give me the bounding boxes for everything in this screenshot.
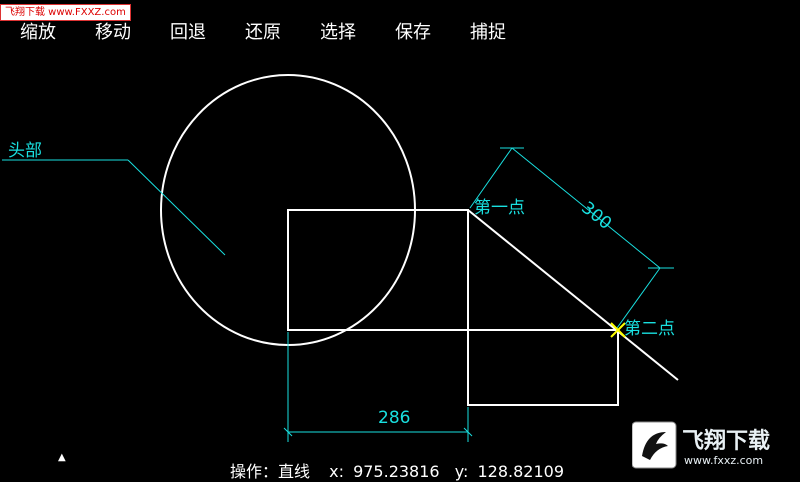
operation-text: 操作：直线 [230, 462, 311, 481]
aligned-dimension [469, 147, 674, 329]
horizontal-dimension-text: 286 [378, 408, 411, 428]
up-arrow-icon[interactable]: ▲ [58, 452, 66, 463]
diagonal-line[interactable] [467, 209, 679, 381]
x-label: x: [329, 462, 344, 481]
first-point-label: 第一点 [474, 198, 525, 218]
head-leader-line [2, 159, 226, 256]
svg-text:www.fxxz.com: www.fxxz.com [684, 454, 763, 467]
brand-logo: 飞翔下载 www.fxxz.com [632, 421, 770, 469]
head-label: 头部 [8, 141, 42, 161]
svg-text:飞翔下载: 飞翔下载 [682, 428, 770, 454]
second-point-label: 第二点 [624, 319, 675, 339]
base-rectangle[interactable] [467, 329, 619, 406]
body-rectangle[interactable] [287, 209, 469, 331]
y-value: 128.82109 [477, 462, 565, 481]
status-bar: 操作：直线 x: 975.23816 y: 128.82109 [230, 458, 568, 482]
x-value: 975.23816 [353, 462, 440, 481]
y-label: y: [454, 462, 469, 481]
